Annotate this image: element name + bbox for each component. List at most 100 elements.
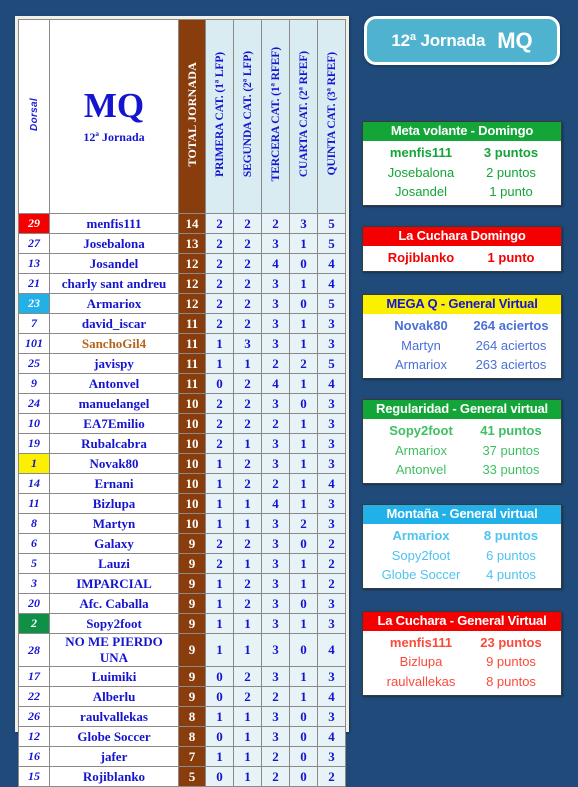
panel-montana-general-virtual: Montaña - General virtual Armariox 8 punto… — [362, 503, 562, 589]
cell-cat4: 1 — [289, 433, 318, 454]
panel-entry: Rojiblanko 1 punto — [363, 248, 561, 268]
panel-spacer — [362, 484, 564, 504]
cell-cat5: 4 — [317, 686, 346, 707]
table-row[interactable]: 27 Josebalona 13 2 2 3 1 5 — [18, 233, 346, 254]
panel-entry-name: Rojiblanko — [387, 250, 455, 266]
cell-cat3: 3 — [261, 726, 290, 747]
table-row[interactable]: 23 Armariox 12 2 2 3 0 5 — [18, 293, 346, 314]
table-row[interactable]: 12 Globe Soccer 8 0 1 3 0 4 — [18, 726, 346, 747]
cell-player-name: raulvallekas — [49, 706, 179, 727]
table-row[interactable]: 25 javispy 11 1 1 2 2 5 — [18, 353, 346, 374]
panel-entry: Antonvel 33 puntos — [363, 460, 561, 480]
panel-la-cuchara-domingo: La Cuchara Domingo Rojiblanko 1 punto — [362, 225, 562, 272]
cell-cat2: 2 — [233, 373, 262, 394]
panel-entry-value: 3 puntos — [483, 145, 539, 161]
cell-cat3: 3 — [261, 666, 290, 687]
cell-cat1: 1 — [205, 593, 234, 614]
cell-cat4: 0 — [289, 393, 318, 414]
cell-cat2: 2 — [233, 233, 262, 254]
cell-player-name: IMPARCIAL — [49, 573, 179, 594]
panel-header-mega-q-general-virtual: MEGA Q - General Virtual — [363, 294, 561, 315]
cell-cat1: 0 — [205, 726, 234, 747]
cell-cat2: 2 — [233, 313, 262, 334]
cell-cat3: 3 — [261, 313, 290, 334]
cell-total-jornada: 10 — [178, 453, 206, 474]
table-row[interactable]: 101 SanchoGil4 11 1 3 3 1 3 — [18, 333, 346, 354]
table-row[interactable]: 28 NO ME PIERDO UNA 9 1 1 3 0 4 — [18, 633, 346, 667]
panel-entry-value: 9 puntos — [486, 654, 536, 670]
panel-entry-value: 8 puntos — [486, 673, 536, 689]
table-row[interactable]: 3 IMPARCIAL 9 1 2 3 1 2 — [18, 573, 346, 594]
table-row[interactable]: 1 Novak80 10 1 2 3 1 3 — [18, 453, 346, 474]
cell-player-name: Lauzi — [49, 553, 179, 574]
table-row[interactable]: 5 Lauzi 9 2 1 3 1 2 — [18, 553, 346, 574]
panel-spacer — [362, 272, 564, 294]
cell-cat5: 2 — [317, 573, 346, 594]
cell-cat2: 1 — [233, 706, 262, 727]
cell-player-name: Armariox — [49, 293, 179, 314]
cell-cat2: 2 — [233, 453, 262, 474]
table-row[interactable]: 22 Alberlu 9 0 2 2 1 4 — [18, 686, 346, 707]
cell-dorsal: 14 — [18, 473, 50, 494]
table-row[interactable]: 6 Galaxy 9 2 2 3 0 2 — [18, 533, 346, 554]
panel-body-meta-volante-domingo: menfis111 3 puntos Josebalona 2 puntos Josan… — [363, 141, 561, 205]
cell-cat5: 5 — [317, 293, 346, 314]
table-row[interactable]: 29 menfis111 14 2 2 2 3 5 — [18, 213, 346, 234]
table-row[interactable]: 2 Sopy2foot 9 1 1 3 1 3 — [18, 613, 346, 634]
table-row[interactable]: 26 raulvallekas 8 1 1 3 0 3 — [18, 706, 346, 727]
cell-total-jornada: 11 — [178, 373, 206, 394]
cell-cat3: 3 — [261, 273, 290, 294]
cell-dorsal: 12 — [18, 726, 50, 747]
table-row[interactable]: 10 EA7Emilio 10 2 2 2 1 3 — [18, 413, 346, 434]
panel-entry: menfis111 23 puntos — [363, 633, 561, 653]
cell-cat1: 2 — [205, 533, 234, 554]
panel-header-la-cuchara-domingo: La Cuchara Domingo — [363, 226, 561, 247]
cell-cat3: 3 — [261, 333, 290, 354]
cell-cat1: 0 — [205, 766, 234, 787]
cell-total-jornada: 10 — [178, 513, 206, 534]
column-header-cat4: CUARTA CAT. (2ª RFEF) — [289, 19, 318, 214]
cell-cat4: 2 — [289, 513, 318, 534]
cell-cat3: 3 — [261, 453, 290, 474]
cell-dorsal: 101 — [18, 333, 50, 354]
column-header-cat2-label: SEGUNDA CAT. (2ª LFP) — [241, 50, 254, 178]
cell-cat3: 2 — [261, 353, 290, 374]
cell-cat5: 5 — [317, 353, 346, 374]
table-row[interactable]: 14 Ernani 10 1 2 2 1 4 — [18, 473, 346, 494]
panel-entry-name: Josandel — [394, 184, 448, 200]
cell-total-jornada: 11 — [178, 313, 206, 334]
table-row[interactable]: 24 manuelangel 10 2 2 3 0 3 — [18, 393, 346, 414]
cell-cat1: 1 — [205, 513, 234, 534]
panel-entry: Martyn 264 aciertos — [363, 336, 561, 356]
cell-dorsal: 23 — [18, 293, 50, 314]
panel-body-mega-q-general-virtual: Novak80 264 aciertos Martyn 264 aciertos Arm… — [363, 314, 561, 378]
cell-cat5: 2 — [317, 766, 346, 787]
cell-cat4: 1 — [289, 273, 318, 294]
table-row[interactable]: 20 Afc. Caballa 9 1 2 3 0 3 — [18, 593, 346, 614]
panel-mega-q-general-virtual: MEGA Q - General Virtual Novak80 264 acier… — [362, 293, 562, 379]
cell-dorsal: 1 — [18, 453, 50, 474]
cell-total-jornada: 9 — [178, 533, 206, 554]
table-row[interactable]: 19 Rubalcabra 10 2 1 3 1 3 — [18, 433, 346, 454]
panel-spacer — [362, 379, 564, 399]
cell-cat2: 2 — [233, 686, 262, 707]
table-row[interactable]: 7 david_iscar 11 2 2 3 1 3 — [18, 313, 346, 334]
cell-player-name: NO ME PIERDO UNA — [49, 633, 179, 667]
table-row[interactable]: 9 Antonvel 11 0 2 4 1 4 — [18, 373, 346, 394]
cell-player-name: Afc. Caballa — [49, 593, 179, 614]
table-row[interactable]: 17 Luimiki 9 0 2 3 1 3 — [18, 666, 346, 687]
table-row[interactable]: 15 Rojiblanko 5 0 1 2 0 2 — [18, 766, 346, 787]
cell-cat5: 3 — [317, 493, 346, 514]
column-header-total-label: TOTAL JORNADA — [184, 61, 199, 167]
table-row[interactable]: 21 charly sant andreu 12 2 2 3 1 4 — [18, 273, 346, 294]
panel-entry-name: Bizlupa — [399, 654, 443, 670]
cell-player-name: menfis111 — [49, 213, 179, 234]
table-title-sub: 12ª Jornada — [83, 130, 145, 145]
cell-total-jornada: 13 — [178, 233, 206, 254]
table-row[interactable]: 8 Martyn 10 1 1 3 2 3 — [18, 513, 346, 534]
table-row[interactable]: 11 Bizlupa 10 1 1 4 1 3 — [18, 493, 346, 514]
table-row[interactable]: 13 Josandel 12 2 2 4 0 4 — [18, 253, 346, 274]
cell-cat3: 4 — [261, 493, 290, 514]
cell-player-name: Alberlu — [49, 686, 179, 707]
cell-cat5: 4 — [317, 633, 346, 667]
